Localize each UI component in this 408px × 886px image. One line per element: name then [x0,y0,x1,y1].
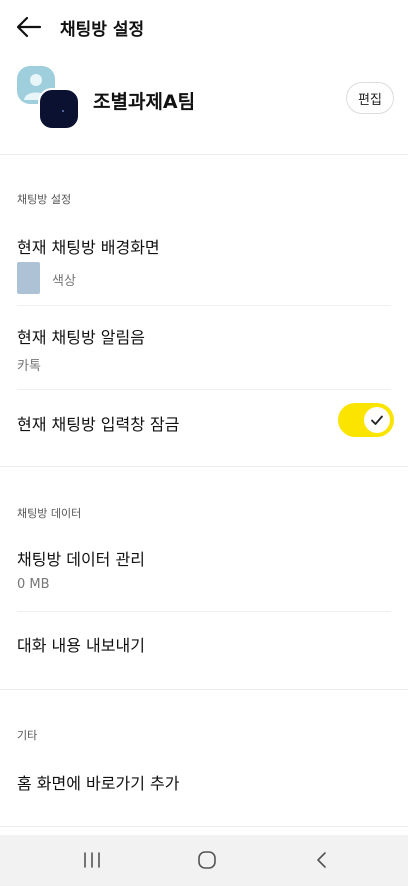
divider [17,389,391,390]
divider [0,154,408,155]
system-navigation-bar [0,835,408,886]
night-sky-avatar [38,88,80,130]
divider [0,689,408,690]
edit-button[interactable]: 편집 [346,82,394,114]
notification-sound-value: 카톡 [17,359,41,374]
back-icon[interactable] [307,847,337,873]
chatroom-settings-screen: 채팅방 설정 조별과제A팀 편집 채팅방 설정 현재 채팅방 배경화면 색상 현… [0,0,408,886]
recent-apps-icon[interactable] [77,847,107,873]
home-shortcut-row[interactable]: 홈 화면에 바로가기 추가 [0,754,408,820]
notification-sound-row[interactable]: 현재 채팅방 알림음 카톡 [0,306,408,388]
background-color-swatch [17,262,40,294]
export-chat-row[interactable]: 대화 내용 내보내기 [0,612,408,688]
group-avatar [17,66,81,130]
back-arrow-icon[interactable] [14,12,44,42]
check-icon [364,407,390,433]
data-management-title: 채팅방 데이터 관리 [17,550,145,569]
background-setting-title: 현재 채팅방 배경화면 [17,238,160,257]
section-label-chatroom-settings: 채팅방 설정 [17,193,72,206]
data-management-row[interactable]: 채팅방 데이터 관리 0 MB [0,532,408,610]
background-setting-row[interactable]: 현재 채팅방 배경화면 색상 [0,222,408,304]
divider [0,826,408,827]
chatroom-profile: 조별과제A팀 편집 [0,54,408,154]
background-setting-value: 색상 [52,274,76,289]
chatroom-name: 조별과제A팀 [93,91,196,113]
home-shortcut-title: 홈 화면에 바로가기 추가 [17,774,180,793]
section-label-etc: 기타 [17,729,38,742]
page-title: 채팅방 설정 [60,20,145,40]
section-label-chatroom-data: 채팅방 데이터 [17,507,82,520]
divider [0,466,408,467]
input-lock-title: 현재 채팅방 입력창 잠금 [17,415,180,434]
input-lock-toggle[interactable] [338,403,394,437]
header: 채팅방 설정 [0,0,408,54]
notification-sound-title: 현재 채팅방 알림음 [17,328,145,347]
home-icon[interactable] [192,847,222,873]
data-management-value: 0 MB [17,577,50,592]
export-chat-title: 대화 내용 내보내기 [17,636,145,655]
